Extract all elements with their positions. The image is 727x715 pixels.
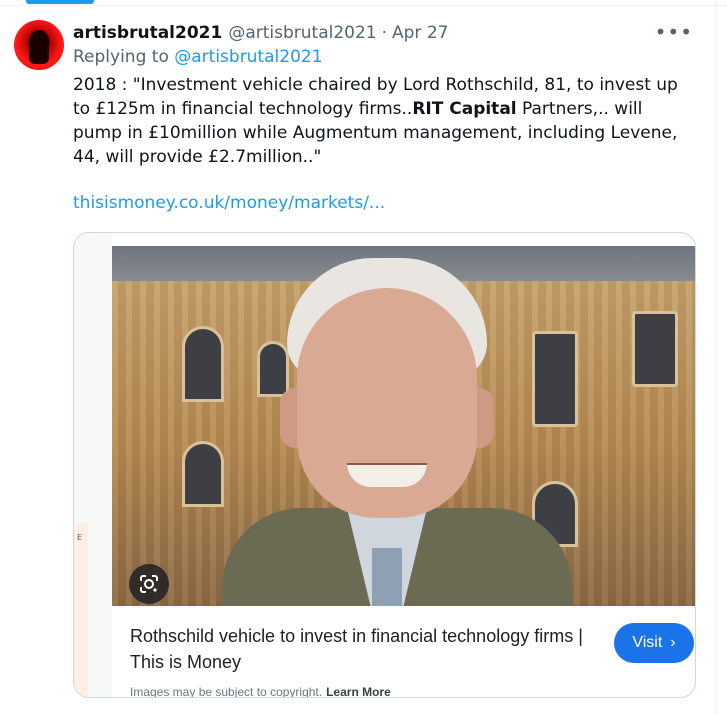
display-name[interactable]: artisbrutal2021: [73, 23, 222, 43]
column-border: [715, 0, 716, 715]
user-handle[interactable]: @artisbrutal2021: [228, 23, 376, 43]
tweet-text: 2018 : "Investment vehicle chaired by Lo…: [73, 73, 693, 169]
divider: [0, 5, 727, 6]
tweet-link[interactable]: thisismoney.co.uk/money/markets/...: [73, 193, 385, 213]
card-title[interactable]: Rothschild vehicle to invest in financia…: [130, 623, 600, 675]
copyright-text: Images may be subject to copyright.: [130, 685, 323, 698]
tweet-header: artisbrutal2021 @artisbrutal2021 · Apr 2…: [73, 20, 448, 46]
replying-prefix: Replying to: [73, 47, 169, 67]
person-smile: [347, 463, 427, 487]
replying-mention[interactable]: @artisbrutal2021: [174, 47, 322, 67]
learn-more-link[interactable]: Learn More: [326, 685, 391, 697]
selected-tab-indicator: [26, 0, 94, 4]
google-lens-button[interactable]: [129, 564, 169, 604]
more-options-button[interactable]: •••: [655, 22, 693, 42]
copyright-notice: Images may be subject to copyright. Learn…: [130, 685, 391, 698]
card-image[interactable]: [112, 246, 695, 606]
replying-to: Replying to @artisbrutal2021: [73, 47, 323, 67]
more-horizontal-icon: •••: [654, 20, 693, 44]
visit-button[interactable]: Visit ›: [614, 623, 694, 663]
image-person: [222, 258, 572, 606]
card-left-strip-text: E: [77, 533, 83, 542]
tweet-date[interactable]: Apr 27: [392, 23, 448, 43]
chevron-right-icon: ›: [670, 634, 676, 651]
person-tie: [372, 548, 402, 606]
tweet-text-bold: RIT Capital: [412, 99, 517, 119]
card-left-strip: E: [74, 233, 112, 697]
visit-label: Visit: [632, 634, 663, 651]
google-lens-icon: [140, 575, 158, 593]
link-preview-card[interactable]: E Rothschild vehicle to invest in financ…: [73, 232, 696, 698]
avatar[interactable]: [14, 20, 64, 70]
card-left-accent: [74, 523, 88, 697]
image-window: [182, 441, 224, 507]
image-window: [182, 326, 224, 402]
separator-dot: ·: [381, 23, 388, 43]
image-window: [632, 311, 678, 387]
